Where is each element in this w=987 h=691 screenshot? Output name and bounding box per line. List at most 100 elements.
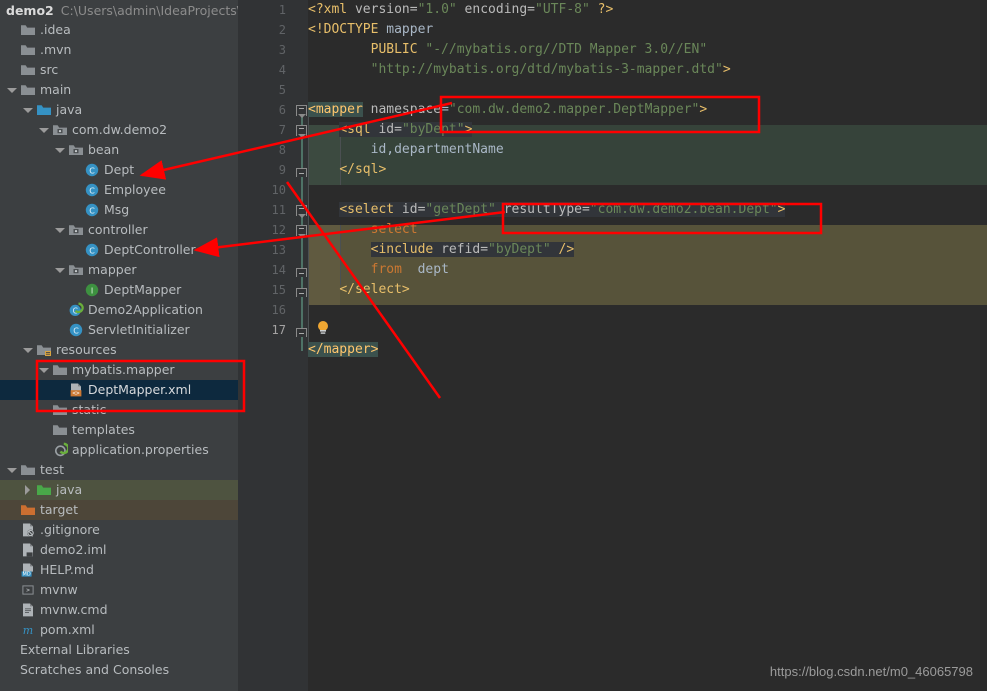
svg-text:C: C <box>89 246 95 255</box>
package-icon <box>68 222 84 238</box>
tree-arrow-placeholder <box>70 205 81 216</box>
fold-toggle-sql[interactable] <box>296 125 307 138</box>
chevron-down-icon[interactable] <box>54 145 65 156</box>
tree-item--idea[interactable]: .idea <box>0 20 238 40</box>
tree-item-deptmapper[interactable]: I DeptMapper <box>0 280 238 300</box>
chevron-down-icon[interactable] <box>38 125 49 136</box>
chevron-down-icon[interactable] <box>54 225 65 236</box>
fold-end-sql[interactable] <box>296 168 307 177</box>
lightbulb-icon[interactable] <box>316 320 330 340</box>
resources-folder-icon <box>36 342 52 358</box>
tree-item-mvnw[interactable]: > mvnw <box>0 580 238 600</box>
code-folding-strip[interactable] <box>296 0 308 691</box>
code-line-5[interactable] <box>308 80 987 100</box>
tree-item-help-md[interactable]: MD HELP.md <box>0 560 238 580</box>
code-line-13[interactable]: <include refid="byDept" /> <box>308 240 987 260</box>
fold-toggle-select[interactable] <box>296 205 307 218</box>
chevron-down-icon[interactable] <box>22 345 33 356</box>
code-editor[interactable]: 1 2 3 4 5 6 7 8 9 10 11 12 13 14 15 16 17 <?xml versi <box>238 0 987 691</box>
tree-item-pom-xml[interactable]: m pom.xml <box>0 620 238 640</box>
tree-item-templates[interactable]: templates <box>0 420 238 440</box>
tree-item--gitignore[interactable]: .gitignore <box>0 520 238 540</box>
fold-end-mapper[interactable] <box>296 328 307 337</box>
tok-l7-a <box>308 122 339 137</box>
line-number: 5 <box>278 83 286 97</box>
tree-item-mvnw-cmd[interactable]: mvnw.cmd <box>0 600 238 620</box>
line-number: 2 <box>278 23 286 37</box>
tree-item-target[interactable]: target <box>0 500 238 520</box>
tree-item-mapper[interactable]: mapper <box>0 260 238 280</box>
tree-arrow-placeholder <box>70 165 81 176</box>
code-line-8[interactable]: id,departmentName <box>308 140 987 160</box>
tree-item-scratches-and-consoles[interactable]: Scratches and Consoles <box>0 660 238 680</box>
tree-item-application-properties[interactable]: application.properties <box>0 440 238 460</box>
code-line-1[interactable]: <?xml version="1.0" encoding="UTF-8" ?> <box>308 0 987 20</box>
tree-item-demo2application[interactable]: C Demo2Application <box>0 300 238 320</box>
code-line-7[interactable]: <sql id="byDept"> <box>308 120 987 140</box>
project-tree[interactable]: .idea .mvn src main java com.dw.demo2 bean C Dep… <box>0 20 238 680</box>
tok-l9-a <box>308 162 339 177</box>
tree-arrow-placeholder <box>54 385 65 396</box>
tree-item-src[interactable]: src <box>0 60 238 80</box>
tree-item-test[interactable]: test <box>0 460 238 480</box>
chevron-down-icon[interactable] <box>6 85 17 96</box>
tree-item-label: mvnw <box>40 582 78 597</box>
tree-item-servletinitializer[interactable]: C ServletInitializer <box>0 320 238 340</box>
code-line-9[interactable]: </sql> <box>308 160 987 180</box>
tok-l11-d: "getDept" <box>425 202 496 217</box>
tok-l6-a: <mapper <box>308 102 363 117</box>
code-line-12[interactable]: select <box>308 220 987 240</box>
tree-item-demo2-iml[interactable]: demo2.iml <box>0 540 238 560</box>
tree-item-dept[interactable]: C Dept <box>0 160 238 180</box>
chevron-down-icon[interactable] <box>6 465 17 476</box>
chevron-down-icon[interactable] <box>38 365 49 376</box>
tree-item--mvn[interactable]: .mvn <box>0 40 238 60</box>
line-number: 4 <box>278 63 286 77</box>
tree-item-com-dw-demo2[interactable]: com.dw.demo2 <box>0 120 238 140</box>
tree-item-main[interactable]: main <box>0 80 238 100</box>
fold-toggle-inner[interactable] <box>296 225 307 238</box>
code-content[interactable]: <?xml version="1.0" encoding="UTF-8" ?> … <box>308 0 987 691</box>
tree-item-label: java <box>56 102 83 117</box>
chevron-right-icon[interactable] <box>22 484 33 496</box>
code-line-11[interactable]: <select id="getDept" resultType="com.dw.… <box>308 200 987 220</box>
tok-l7-d: "byDept" <box>401 122 465 137</box>
fold-toggle-mapper[interactable] <box>296 105 307 118</box>
tok-l12-a <box>308 222 371 237</box>
code-line-14[interactable]: from dept <box>308 260 987 280</box>
tree-item-external-libraries[interactable]: External Libraries <box>0 640 238 660</box>
tree-arrow-placeholder <box>6 25 17 36</box>
tree-arrow-placeholder <box>6 645 17 656</box>
chevron-down-icon[interactable] <box>22 105 33 116</box>
svg-text:<>: <> <box>72 390 80 397</box>
line-number: 1 <box>278 3 286 17</box>
source-folder-icon <box>36 102 52 118</box>
code-line-17[interactable]: </mapper> <box>308 340 987 360</box>
tok-l11-g: > <box>777 202 786 217</box>
chevron-down-icon[interactable] <box>54 265 65 276</box>
tree-item-msg[interactable]: C Msg <box>0 200 238 220</box>
tree-item-deptcontroller[interactable]: C DeptController <box>0 240 238 260</box>
tree-item-java[interactable]: java <box>0 100 238 120</box>
code-line-16[interactable] <box>308 300 987 320</box>
line-number: 11 <box>271 203 286 217</box>
code-line-10[interactable] <box>308 180 987 200</box>
tree-item-bean[interactable]: bean <box>0 140 238 160</box>
tree-item-resources[interactable]: resources <box>0 340 238 360</box>
tree-item-deptmapper-xml[interactable]: <> DeptMapper.xml <box>0 380 238 400</box>
tree-item-employee[interactable]: C Employee <box>0 180 238 200</box>
code-line-2[interactable]: <!DOCTYPE mapper <box>308 20 987 40</box>
tok-l15-b: </select> <box>339 282 410 297</box>
code-line-4[interactable]: "http://mybatis.org/dtd/mybatis-3-mapper… <box>308 60 987 80</box>
code-line-6[interactable]: <mapper namespace="com.dw.demo2.mapper.D… <box>308 100 987 120</box>
tree-item-controller[interactable]: controller <box>0 220 238 240</box>
tree-item-static[interactable]: static <box>0 400 238 420</box>
tree-arrow-placeholder <box>70 285 81 296</box>
project-tool-window[interactable]: demo2 C:\Users\admin\IdeaProjects\de .id… <box>0 0 238 691</box>
tree-item-java[interactable]: java <box>0 480 238 500</box>
tree-item-mybatis-mapper[interactable]: mybatis.mapper <box>0 360 238 380</box>
fold-end-select[interactable] <box>296 288 307 297</box>
code-line-3[interactable]: PUBLIC "-//mybatis.org//DTD Mapper 3.0//… <box>308 40 987 60</box>
code-line-15[interactable]: </select> <box>308 280 987 300</box>
fold-end-inner[interactable] <box>296 268 307 277</box>
